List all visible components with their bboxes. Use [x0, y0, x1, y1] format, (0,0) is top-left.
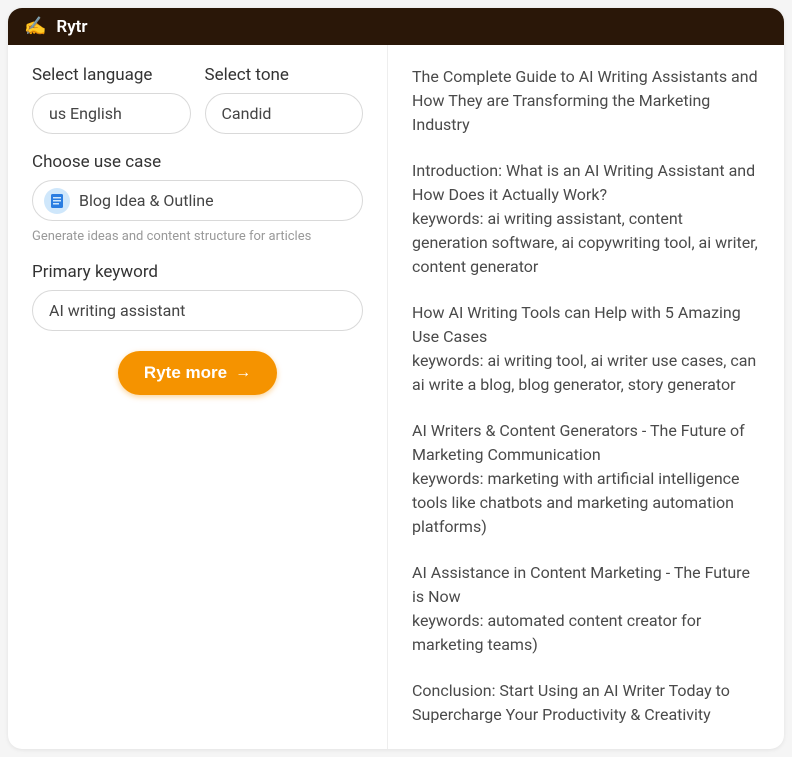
keyword-input[interactable] — [32, 290, 363, 331]
language-label: Select language — [32, 65, 191, 85]
language-select[interactable]: us English — [32, 93, 191, 134]
keyword-label: Primary keyword — [32, 262, 363, 282]
app-title: Rytr — [56, 17, 87, 37]
tone-select[interactable]: Candid — [205, 93, 364, 134]
document-icon — [44, 188, 70, 214]
output-block: AI Assistance in Content Marketing - The… — [412, 561, 760, 657]
output-block: Introduction: What is an AI Writing Assi… — [412, 159, 760, 279]
output-block: AI Writers & Content Generators - The Fu… — [412, 419, 760, 539]
app-body: Select language us English Select tone C… — [8, 45, 784, 749]
app-window: ✍️ Rytr Select language us English Selec… — [8, 8, 784, 749]
output-panel: The Complete Guide to AI Writing Assista… — [388, 45, 784, 749]
form-panel: Select language us English Select tone C… — [8, 45, 388, 749]
arrow-right-icon: → — [235, 364, 251, 382]
use-case-label: Choose use case — [32, 152, 363, 172]
use-case-hint: Generate ideas and content structure for… — [32, 229, 363, 244]
generated-content: The Complete Guide to AI Writing Assista… — [412, 65, 760, 727]
ryte-button-label: Ryte more — [144, 363, 227, 383]
tone-label: Select tone — [205, 65, 364, 85]
app-logo-icon: ✍️ — [24, 16, 46, 37]
app-header: ✍️ Rytr — [8, 8, 784, 45]
output-block: Conclusion: Start Using an AI Writer Tod… — [412, 679, 760, 727]
ryte-more-button[interactable]: Ryte more → — [118, 351, 277, 395]
use-case-select[interactable]: Blog Idea & Outline — [32, 180, 363, 221]
output-block: The Complete Guide to AI Writing Assista… — [412, 65, 760, 137]
output-block: How AI Writing Tools can Help with 5 Ama… — [412, 301, 760, 397]
